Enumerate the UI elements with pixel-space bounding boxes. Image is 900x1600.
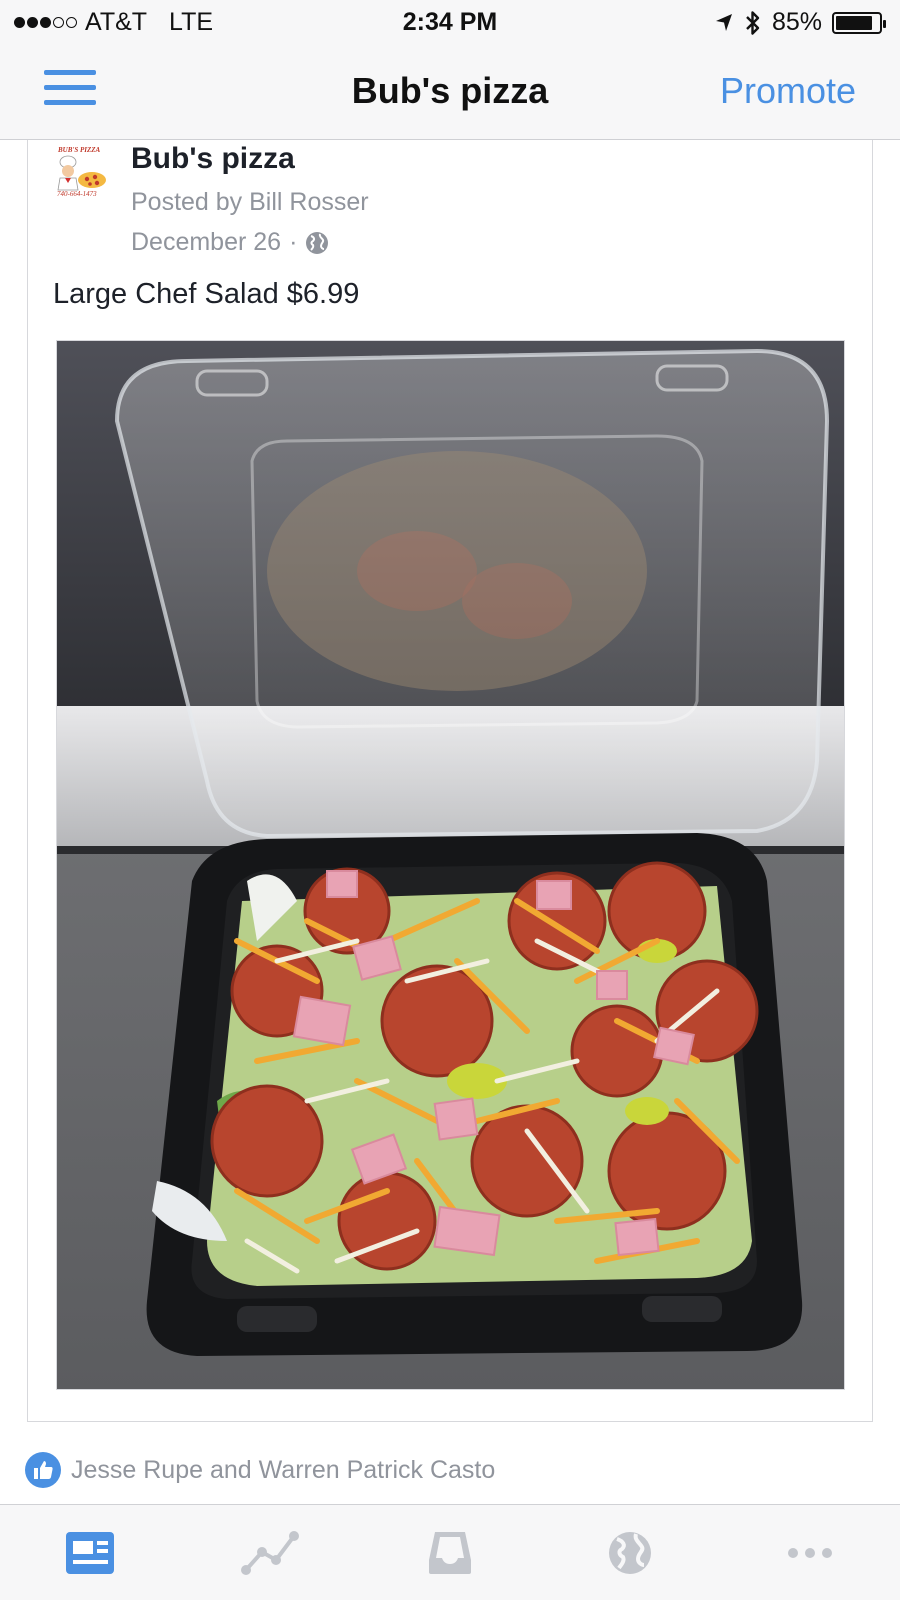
page-avatar[interactable]: BUB'S PIZZA 740-664-1473 <box>54 146 112 198</box>
globe-icon <box>306 231 329 254</box>
battery-icon <box>832 11 886 34</box>
reactions-summary[interactable]: Jesse Rupe and Warren Patrick Casto <box>25 1452 495 1488</box>
post-page-name[interactable]: Bub's pizza <box>131 142 295 176</box>
tab-more[interactable] <box>778 1521 842 1585</box>
post-meta: December 26 · <box>131 228 329 257</box>
post-photo[interactable] <box>56 340 845 1390</box>
post-card: BUB'S PIZZA 740-664-1473 Bub's pizza Pos… <box>27 140 873 1422</box>
insights-chart-icon <box>241 1530 299 1575</box>
nav-bar: Bub's pizza Promote <box>0 44 900 140</box>
chef-salad-photo <box>57 341 844 1389</box>
more-dots-icon <box>788 1547 832 1558</box>
promote-button[interactable]: Promote <box>720 70 856 112</box>
like-thumb-icon <box>25 1452 61 1488</box>
tab-bar <box>0 1504 900 1600</box>
location-arrow-icon <box>715 13 732 31</box>
tab-news-feed[interactable] <box>58 1521 122 1585</box>
globe-icon <box>609 1531 651 1574</box>
status-right: 85% <box>714 8 886 37</box>
inbox-tray-icon <box>429 1531 471 1574</box>
battery-level-fill <box>836 15 872 30</box>
post-text: Large Chef Salad $6.99 <box>53 278 360 310</box>
tab-insights[interactable] <box>238 1521 302 1585</box>
app-screen: AT&T LTE 2:34 PM 85% Bub's pizza Promote <box>0 0 900 1600</box>
meta-separator: · <box>289 228 298 256</box>
chef-logo-icon <box>57 155 106 191</box>
post-date[interactable]: December 26 <box>131 228 281 257</box>
status-bar: AT&T LTE 2:34 PM 85% <box>0 0 900 44</box>
tab-inbox[interactable] <box>418 1521 482 1585</box>
reactions-text: Jesse Rupe and Warren Patrick Casto <box>71 1455 496 1484</box>
battery-percent: 85% <box>771 8 822 36</box>
logo-phone: 740-664-1473 <box>57 190 97 198</box>
news-feed-icon <box>66 1531 114 1574</box>
tab-globe[interactable] <box>598 1521 662 1585</box>
posted-by: Posted by Bill Rosser <box>131 188 369 216</box>
bluetooth-icon <box>746 10 760 35</box>
logo-title: BUB'S PIZZA <box>58 146 101 154</box>
